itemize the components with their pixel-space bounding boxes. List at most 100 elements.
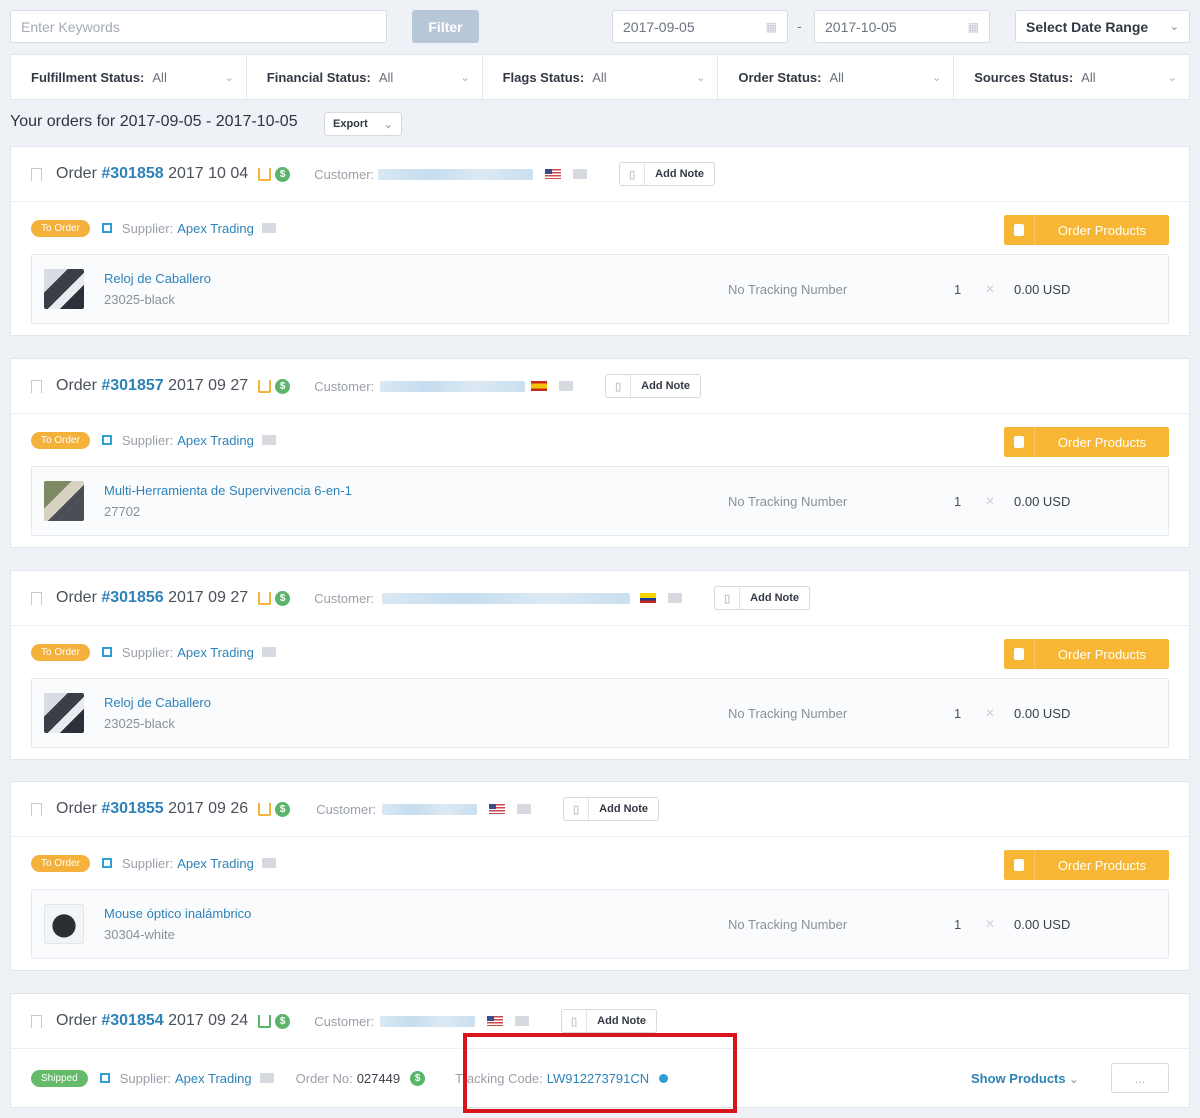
orders-heading: Your orders for 2017-09-05 - 2017-10-05 xyxy=(10,113,298,130)
date-from-input[interactable]: 2017-09-05 ▦ xyxy=(612,10,788,43)
product-name-link[interactable]: Multi-Herramienta de Supervivencia 6-en-… xyxy=(104,483,352,498)
date-range-select[interactable]: Select Date Range ⌄ xyxy=(1015,10,1190,43)
supplier-row: To Order Supplier: Apex Trading Order Pro… xyxy=(11,202,1189,254)
status-label: Financial Status: xyxy=(266,69,371,85)
product-thumbnail[interactable] xyxy=(44,481,84,521)
mail-icon[interactable] xyxy=(559,381,574,391)
customer-label: Customer: xyxy=(314,1013,375,1029)
supplier-icon xyxy=(101,435,112,445)
product-name-link[interactable]: Reloj de Caballero xyxy=(104,695,211,710)
date-range-label: Select Date Range xyxy=(1026,18,1149,35)
order-number-link[interactable]: #301856 xyxy=(101,589,163,606)
mail-icon[interactable] xyxy=(517,804,532,814)
flags-status-select[interactable]: Flags Status: All ⌄ xyxy=(483,55,719,99)
times-icon: ✕ xyxy=(985,494,996,508)
supplier-label: Supplier: xyxy=(121,855,174,871)
bookmark-icon[interactable] xyxy=(31,1014,42,1028)
supplier-link[interactable]: Apex Trading xyxy=(177,221,254,236)
customer-label: Customer: xyxy=(314,166,375,182)
flag-co-icon xyxy=(640,593,657,603)
status-badge: To Order xyxy=(31,854,90,872)
date-to-input[interactable]: 2017-10-05 ▦ xyxy=(814,10,990,43)
order-number-link[interactable]: #301857 xyxy=(101,377,163,394)
dollar-icon: $ xyxy=(275,1013,291,1029)
product-thumbnail[interactable] xyxy=(44,269,84,309)
bookmark-icon[interactable] xyxy=(31,802,42,816)
status-badge: To Order xyxy=(31,643,90,661)
status-value: All xyxy=(152,69,167,85)
bookmark-icon[interactable] xyxy=(31,379,42,393)
mail-icon[interactable] xyxy=(259,1073,274,1083)
tracking-code-highlight xyxy=(463,1033,737,1113)
mail-icon[interactable] xyxy=(261,858,276,868)
customer-label: Customer: xyxy=(314,590,375,606)
mail-icon[interactable] xyxy=(261,435,276,445)
fulfillment-status-select[interactable]: Fulfillment Status: All ⌄ xyxy=(11,55,247,99)
product-price: 0.00 USD xyxy=(1014,281,1071,297)
status-badge: To Order xyxy=(31,431,90,449)
customer-name-redacted xyxy=(382,803,478,815)
status-label: Sources Status: xyxy=(974,69,1074,85)
add-note-button[interactable]: ▯ Add Note xyxy=(714,586,811,610)
status-filter-bar: Fulfillment Status: All ⌄ Financial Statu… xyxy=(10,54,1190,100)
document-icon: ▯ xyxy=(620,163,646,185)
add-note-button[interactable]: ▯ Add Note xyxy=(619,162,716,186)
product-name-link[interactable]: Mouse óptico inalámbrico xyxy=(104,906,251,921)
status-label: Flags Status: xyxy=(502,69,585,85)
add-note-button[interactable]: ▯ Add Note xyxy=(563,797,660,821)
order-title: Order #301857 2017 09 27 xyxy=(56,377,249,394)
product-sku: 30304-white xyxy=(104,927,175,942)
product-thumbnail[interactable] xyxy=(44,693,84,733)
calendar-icon: ▦ xyxy=(967,19,979,34)
note-icon xyxy=(258,802,272,816)
more-options-button[interactable]: ... xyxy=(1111,1063,1169,1093)
add-note-button[interactable]: ▯ Add Note xyxy=(561,1009,658,1033)
order-number-link[interactable]: #301855 xyxy=(101,800,163,817)
mail-icon[interactable] xyxy=(668,593,683,603)
order-card: Order #301855 2017 09 26 $ Customer: ▯ Ad… xyxy=(10,781,1190,971)
order-products-button[interactable]: Order Products xyxy=(1004,427,1169,457)
document-icon: ▯ xyxy=(564,798,590,820)
chevron-down-icon: ⌄ xyxy=(931,71,942,84)
chevron-down-icon: ⌄ xyxy=(1069,1073,1079,1086)
order-products-button[interactable]: Order Products xyxy=(1004,215,1169,245)
add-note-button[interactable]: ▯ Add Note xyxy=(605,374,702,398)
status-value: All xyxy=(829,69,844,85)
product-name-link[interactable]: Reloj de Caballero xyxy=(104,271,211,286)
bookmark-icon[interactable] xyxy=(31,591,42,605)
order-number-link[interactable]: #301854 xyxy=(101,1012,163,1029)
financial-status-select[interactable]: Financial Status: All ⌄ xyxy=(247,55,483,99)
supplier-link[interactable]: Apex Trading xyxy=(175,1071,252,1086)
product-thumbnail[interactable] xyxy=(44,904,84,944)
status-badge: To Order xyxy=(31,219,90,237)
bag-icon xyxy=(1004,850,1035,880)
document-icon: ▯ xyxy=(606,375,632,397)
bag-icon xyxy=(1004,215,1035,245)
customer-name-redacted xyxy=(378,168,534,180)
bookmark-icon[interactable] xyxy=(31,167,42,181)
mail-icon[interactable] xyxy=(573,169,588,179)
flag-us-icon xyxy=(487,1016,504,1026)
keywords-input[interactable]: Enter Keywords xyxy=(10,10,387,43)
filter-button[interactable]: Filter xyxy=(412,10,479,43)
customer-name-redacted xyxy=(380,1015,476,1027)
mail-icon[interactable] xyxy=(515,1016,530,1026)
mail-icon[interactable] xyxy=(261,223,276,233)
supplier-icon xyxy=(101,858,112,868)
mail-icon[interactable] xyxy=(261,647,276,657)
export-button[interactable]: Export ⌄ xyxy=(324,112,402,136)
order-header: Order #301855 2017 09 26 $ Customer: ▯ Ad… xyxy=(11,782,1189,837)
order-number-link[interactable]: #301858 xyxy=(101,165,163,182)
chevron-down-icon: ⌄ xyxy=(696,71,706,84)
customer-label: Customer: xyxy=(316,801,377,817)
order-products-button[interactable]: Order Products xyxy=(1004,850,1169,880)
sources-status-select[interactable]: Sources Status: All ⌄ xyxy=(954,55,1189,99)
supplier-link[interactable]: Apex Trading xyxy=(177,433,254,448)
supplier-link[interactable]: Apex Trading xyxy=(177,645,254,660)
show-products-link[interactable]: Show Products ⌄ xyxy=(971,1071,1078,1086)
customer-name-redacted xyxy=(380,380,526,392)
order-products-button[interactable]: Order Products xyxy=(1004,639,1169,669)
order-status-select[interactable]: Order Status: All ⌄ xyxy=(718,55,955,99)
dollar-icon: $ xyxy=(275,801,291,817)
supplier-link[interactable]: Apex Trading xyxy=(177,856,254,871)
